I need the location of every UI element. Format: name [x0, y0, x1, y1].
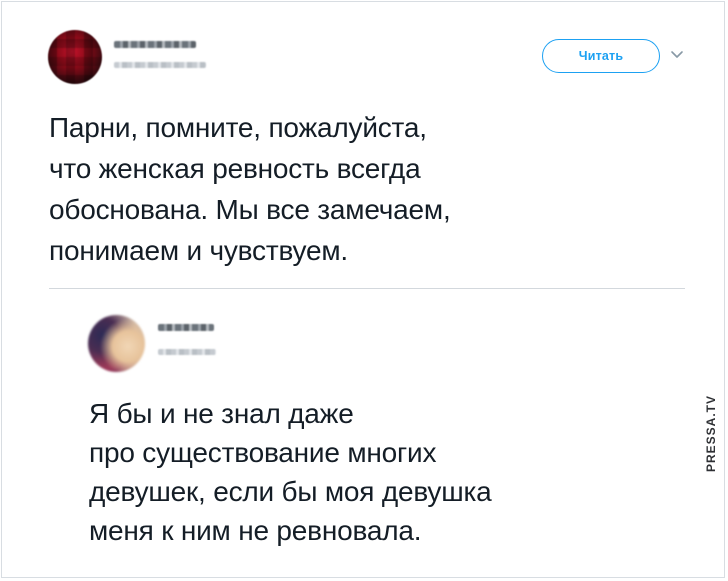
reply-text: Я бы и не знал даже про существование мн…: [89, 398, 492, 546]
follow-button[interactable]: Читать: [542, 39, 660, 73]
chevron-down-icon[interactable]: [669, 46, 685, 62]
tweet-text: Парни, помните, пожалуйста, что женская …: [49, 112, 451, 266]
screenshot-frame: Читать Парни, помните, пожалуйста, что ж…: [1, 1, 725, 578]
author-handle-blurred: [114, 62, 206, 68]
reply-author-handle-blurred: [158, 349, 216, 355]
author-name-blurred[interactable]: [114, 41, 196, 48]
reply-author-name-blurred[interactable]: [158, 324, 214, 331]
follow-button-label: Читать: [578, 49, 624, 63]
reply-author-avatar[interactable]: [88, 315, 145, 372]
divider: [49, 288, 685, 289]
author-avatar[interactable]: [48, 30, 102, 84]
watermark: PRESSA.TV: [704, 394, 718, 472]
